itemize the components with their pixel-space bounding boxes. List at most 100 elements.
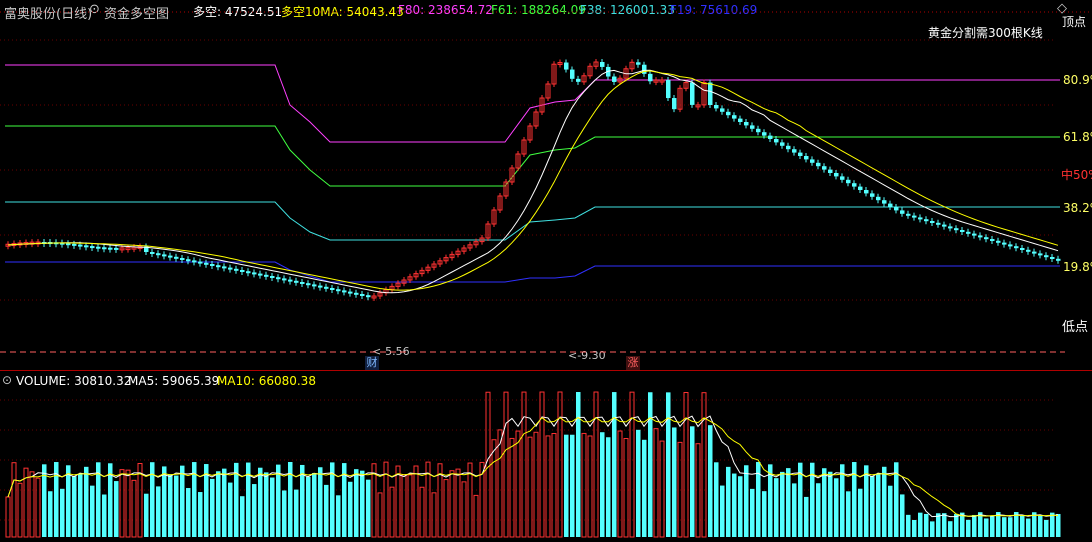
volume-bar (570, 434, 575, 537)
candle-body (66, 243, 71, 246)
candle-body (587, 65, 593, 77)
volume-bar (858, 488, 863, 537)
candle-body (617, 77, 623, 83)
volume-bar (666, 392, 671, 537)
volume-bar (984, 518, 989, 537)
candle-body (701, 82, 707, 106)
volume-bar (114, 481, 119, 537)
volume-bar (35, 477, 41, 538)
volume-bar (1026, 518, 1031, 537)
volume-ma5-label: MA5: 59065.39 (128, 374, 220, 388)
candle-body (1044, 255, 1049, 258)
volume-bar (54, 462, 59, 537)
volume-bar (294, 489, 299, 537)
candle-body (389, 285, 395, 291)
candle-body (455, 250, 461, 255)
candle-body (5, 243, 11, 247)
candle-body (1032, 251, 1037, 254)
level-mid-label: 中50% (1061, 168, 1092, 182)
volume-bar (180, 465, 185, 537)
volume-bar (431, 492, 437, 538)
volume-bar (455, 468, 461, 538)
candle-body (354, 292, 359, 295)
volume-ma5-line (7, 415, 1059, 518)
candle-body (978, 235, 983, 238)
level-80-label: 80.9% (1063, 73, 1092, 87)
volume-bar (1050, 512, 1055, 537)
candle-body (834, 173, 839, 177)
volume-bar (78, 473, 83, 537)
volume-bar (1032, 512, 1037, 537)
volume-bar (330, 462, 335, 537)
candle-body (318, 285, 323, 288)
volume-bar (503, 391, 509, 538)
volume-bar (912, 519, 917, 537)
volume-bar (1014, 512, 1019, 537)
candle-body (204, 262, 209, 265)
candle-body (882, 200, 887, 204)
fib-19-line (5, 261, 1060, 283)
indicator-title[interactable]: 资金多空图 (104, 3, 169, 22)
candle-body (497, 195, 503, 211)
price-volume-chart[interactable] (0, 0, 1092, 542)
candle-body (473, 241, 479, 246)
candle-body (264, 274, 269, 277)
candle-body (846, 179, 851, 184)
candle-body (425, 266, 431, 271)
volume-bar (48, 491, 53, 537)
volume-bar (282, 490, 287, 537)
volume-bar (768, 464, 773, 537)
volume-bar (539, 391, 545, 538)
volume-bar (948, 521, 953, 537)
volume-bar (617, 430, 623, 538)
volume-bar (17, 482, 23, 538)
volume-bar (288, 462, 293, 537)
volume-bar (846, 491, 851, 537)
volume-bar (726, 466, 731, 537)
volume-bar (312, 473, 317, 537)
candle-body (918, 217, 923, 220)
volume-bar (419, 486, 425, 538)
finance-badge[interactable]: 财 (365, 356, 379, 370)
candle-body (564, 62, 569, 70)
candle-body (137, 246, 143, 250)
volume-bar (234, 462, 239, 537)
volume-bar (870, 476, 875, 537)
candle-body (527, 125, 533, 141)
volume-bar (119, 469, 125, 538)
indicator-menu-icon[interactable]: ⊙ (89, 2, 100, 17)
volume-bar (102, 494, 107, 537)
candle-body (72, 243, 77, 246)
volume-bar (576, 392, 581, 537)
volume-bar (131, 479, 137, 538)
candle-body (984, 237, 989, 240)
ma-white-line (7, 69, 1059, 294)
volume-bar (264, 472, 269, 537)
candle-body (570, 69, 575, 79)
candle-body (294, 280, 299, 283)
series-f61: F61: 188264.09 (491, 3, 586, 17)
candle-body (948, 226, 953, 229)
price-arrow-high: <-9.30 (568, 349, 606, 362)
volume-menu-icon[interactable]: ⊙ (2, 373, 12, 387)
volume-bar (954, 514, 959, 537)
candle-body (1014, 246, 1019, 249)
candle-body (485, 223, 491, 239)
top-point-label: 顶点 (1062, 15, 1087, 29)
candle-body (551, 63, 557, 85)
volume-bar (413, 465, 419, 538)
candle-body (17, 242, 23, 246)
candle-body (186, 259, 191, 262)
candle-body (996, 240, 1001, 243)
candle-body (461, 247, 467, 252)
volume-bar (306, 476, 311, 537)
candle-body (690, 82, 695, 105)
limit-up-badge[interactable]: 涨 (626, 356, 640, 370)
volume-bar (990, 516, 995, 537)
candle-body (144, 246, 149, 252)
candle-body (1008, 244, 1013, 247)
volume-bar (449, 470, 455, 538)
volume-bar (443, 479, 449, 538)
stock-title[interactable]: 富奥股份(日线) (4, 3, 92, 22)
candle-body (539, 97, 545, 113)
